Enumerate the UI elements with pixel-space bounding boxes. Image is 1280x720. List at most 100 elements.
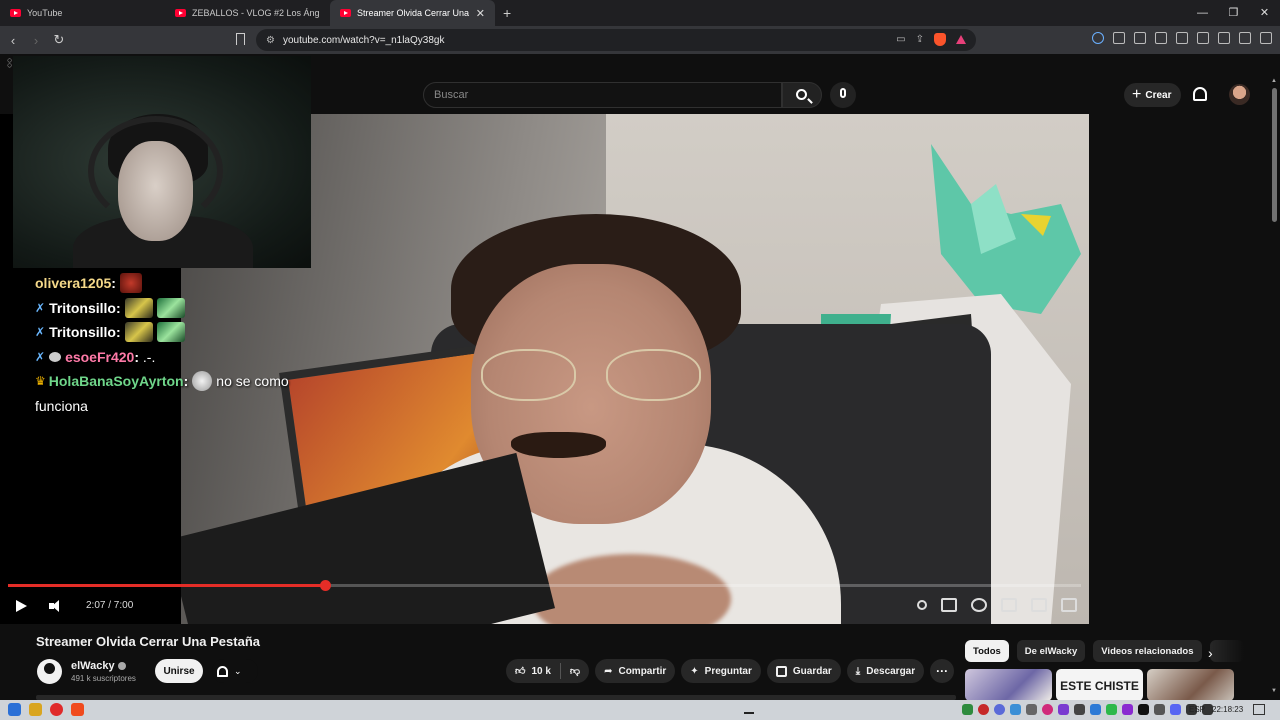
guide-menu-icon[interactable]: ○ ○ xyxy=(7,56,12,70)
channel-name-text[interactable]: elWacky xyxy=(71,660,115,672)
related-thumbnail[interactable] xyxy=(1147,669,1234,701)
recording-app-icon[interactable] xyxy=(50,703,63,716)
extensions-icon[interactable] xyxy=(1113,32,1125,44)
mouse-cursor xyxy=(744,712,754,720)
emote-icon xyxy=(119,273,142,294)
fullscreen-icon[interactable] xyxy=(1061,598,1077,612)
brave-shields-icon[interactable] xyxy=(934,33,946,46)
page-scrollbar[interactable]: ▲ ▼ xyxy=(1269,76,1280,700)
account-avatar[interactable] xyxy=(1229,84,1250,105)
right-panel-dark xyxy=(1089,114,1269,624)
facecam-overlay xyxy=(13,56,311,268)
cast-icon[interactable] xyxy=(1031,598,1047,612)
minimize-button[interactable]: — xyxy=(1187,0,1218,26)
chevron-right-icon[interactable]: › xyxy=(1208,645,1213,661)
create-button[interactable]: + Crear xyxy=(1124,83,1182,107)
more-actions-button[interactable]: ··· xyxy=(930,659,955,683)
screen: YouTube ZEBALLOS - VLOG #2 Los Ángeles |… xyxy=(0,0,1280,720)
tray-app-icon[interactable] xyxy=(1010,704,1021,715)
scroll-thumb[interactable] xyxy=(1272,88,1277,222)
reload-button[interactable]: ↻ xyxy=(49,32,69,48)
tray-app-icon[interactable] xyxy=(1106,704,1117,715)
dislike-button[interactable]: 👎︎ xyxy=(561,665,589,677)
autoplay-toggle-icon[interactable] xyxy=(917,600,927,610)
volume-icon[interactable] xyxy=(49,600,63,612)
chip-videos-relacionados[interactable]: Videos relacionados xyxy=(1093,640,1202,662)
related-thumbnail[interactable]: ESTE CHISTE xyxy=(1056,669,1143,701)
browser-toolbar: ‹ › ↻ ⚙ youtube.com/watch?v=_n1laQy38gk … xyxy=(0,26,1280,54)
close-window-button[interactable]: ✕ xyxy=(1249,0,1280,26)
vpn-icon[interactable] xyxy=(1239,32,1251,44)
progress-bar[interactable] xyxy=(8,580,1081,591)
search-input[interactable] xyxy=(424,83,781,107)
share-icon[interactable]: ⇪ xyxy=(916,34,924,45)
subscribe-notifications-button[interactable]: ⌄ xyxy=(212,659,258,683)
channel-avatar[interactable] xyxy=(37,659,62,684)
video-frame xyxy=(181,114,1089,624)
language-indicator[interactable]: ESP xyxy=(1189,705,1205,714)
tray-app-icon[interactable] xyxy=(1154,704,1165,715)
scroll-up-icon[interactable]: ▲ xyxy=(1271,78,1277,84)
settings-icon[interactable] xyxy=(971,598,987,612)
tray-app-icon[interactable] xyxy=(978,704,989,715)
voice-search-button[interactable] xyxy=(830,82,856,108)
notifications-bell-icon[interactable] xyxy=(1193,87,1207,101)
start-icon[interactable] xyxy=(8,703,21,716)
leo-ai-icon[interactable] xyxy=(1218,32,1230,44)
subtitles-icon[interactable] xyxy=(941,598,957,612)
subscriber-count: 491 k suscriptores xyxy=(71,674,136,683)
restore-button[interactable]: ❐ xyxy=(1218,0,1249,26)
menu-icon[interactable] xyxy=(1260,32,1272,44)
tab-youtube[interactable]: YouTube xyxy=(0,0,165,26)
tray-app-icon[interactable] xyxy=(962,704,973,715)
bookmark-icon[interactable] xyxy=(236,33,245,45)
save-button[interactable]: Guardar xyxy=(766,659,841,683)
miniplayer-icon[interactable] xyxy=(1001,598,1017,612)
chip-more[interactable] xyxy=(1209,640,1244,662)
site-info-icon[interactable]: ⚙ xyxy=(266,35,275,46)
back-button[interactable]: ‹ xyxy=(3,33,23,48)
wallet-icon[interactable] xyxy=(1197,32,1209,44)
tray-app-icon[interactable] xyxy=(1122,704,1133,715)
chip-todos[interactable]: Todos xyxy=(965,640,1009,662)
tray-app-icon[interactable] xyxy=(1026,704,1037,715)
chip-de-elwacky[interactable]: De elWacky xyxy=(1016,640,1086,662)
address-bar[interactable]: ⚙ youtube.com/watch?v=_n1laQy38gk ▭ ⇪ xyxy=(256,29,976,51)
discord-icon[interactable] xyxy=(1170,704,1181,715)
channel-name[interactable]: elWacky xyxy=(71,660,126,672)
brave-browser-icon[interactable] xyxy=(71,703,84,716)
related-thumbnail[interactable] xyxy=(965,669,1052,701)
sidebar-icon[interactable] xyxy=(1176,32,1188,44)
download-button[interactable]: ⤓ Descargar xyxy=(846,659,925,683)
tray-app-icon[interactable] xyxy=(994,704,1005,715)
audio-icon[interactable] xyxy=(1092,32,1104,44)
brave-rewards-icon[interactable] xyxy=(956,35,966,44)
search-button[interactable] xyxy=(782,82,822,108)
tray-app-icon[interactable] xyxy=(1138,704,1149,715)
tray-app-icon[interactable] xyxy=(1074,704,1085,715)
forward-button[interactable]: › xyxy=(26,33,46,48)
play-icon[interactable] xyxy=(16,600,27,612)
media-icon[interactable] xyxy=(1155,32,1167,44)
tray-app-icon[interactable] xyxy=(1058,704,1069,715)
search-box[interactable] xyxy=(423,82,782,108)
like-button[interactable]: 👍︎ 10 k xyxy=(506,665,560,678)
install-app-icon[interactable]: ▭ xyxy=(896,34,905,45)
chat-text: .-. xyxy=(142,348,156,365)
tab-streamer-video[interactable]: Streamer Olvida Cerrar Una Pesta ✕ xyxy=(330,0,495,26)
new-tab-button[interactable]: + xyxy=(495,5,519,21)
notification-center-icon[interactable] xyxy=(1253,704,1265,715)
tray-app-icon[interactable] xyxy=(1042,704,1053,715)
tab-zeballos-vlog[interactable]: ZEBALLOS - VLOG #2 Los Ángeles | A xyxy=(165,0,330,26)
screenshot-icon[interactable] xyxy=(1134,32,1146,44)
url-text[interactable]: youtube.com/watch?v=_n1laQy38gk xyxy=(283,35,445,46)
file-explorer-icon[interactable] xyxy=(29,703,42,716)
scroll-down-icon[interactable]: ▼ xyxy=(1271,688,1277,694)
share-button[interactable]: ➦ Compartir xyxy=(595,659,676,683)
sword-badge-icon: ✗ xyxy=(35,325,46,339)
tray-app-icon[interactable] xyxy=(1090,704,1101,715)
taskbar-clock[interactable]: 22:18:23 xyxy=(1212,705,1243,714)
ask-button[interactable]: ✦ Preguntar xyxy=(681,659,761,683)
join-button[interactable]: Unirse xyxy=(155,659,203,683)
close-tab-icon[interactable]: ✕ xyxy=(476,7,485,20)
